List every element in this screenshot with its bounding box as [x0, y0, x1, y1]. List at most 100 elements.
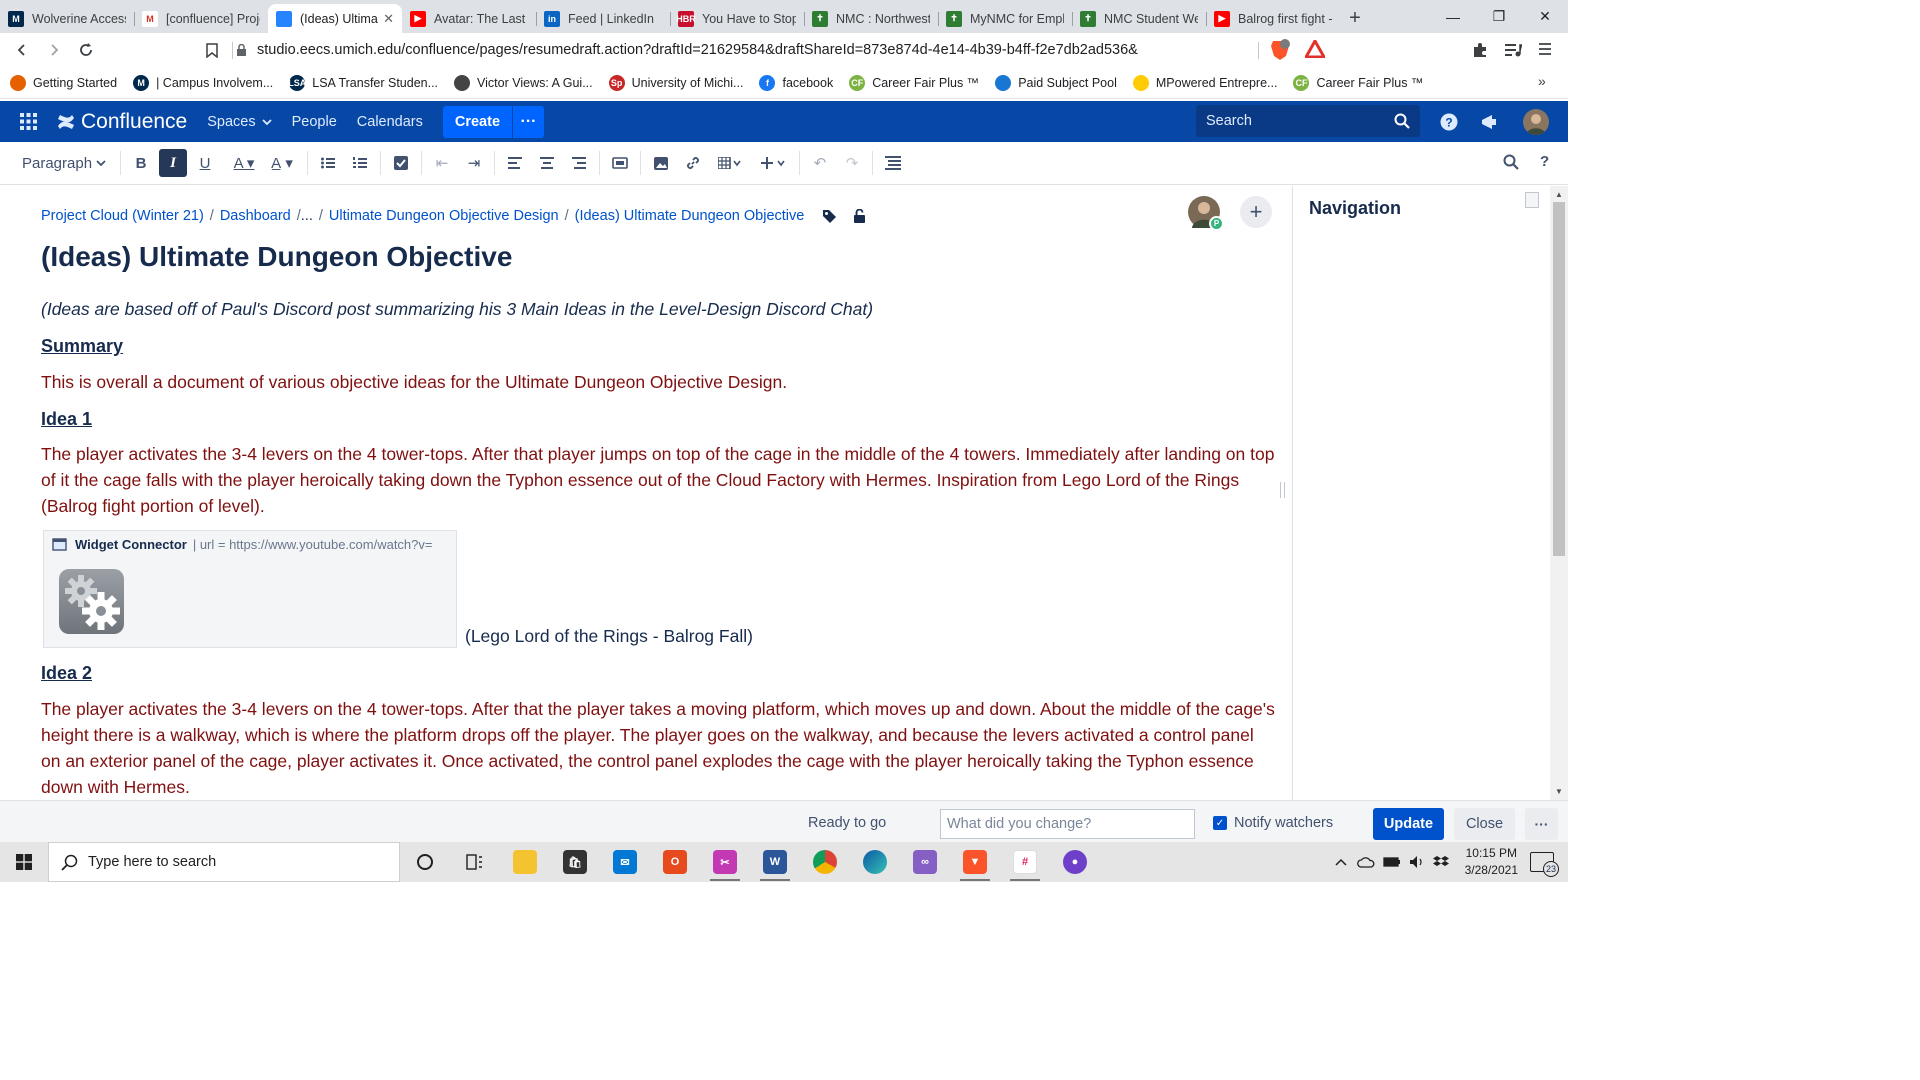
bookmark-item[interactable]: LSA LSA Transfer Studen... — [288, 74, 438, 91]
insert-image-button[interactable] — [647, 149, 675, 177]
notify-watchers-checkbox[interactable]: ✓ Notify watchers — [1213, 815, 1333, 831]
browser-tab[interactable]: M [confluence] Proje — [134, 4, 268, 33]
bookmark-item[interactable]: MPowered Entrepre... — [1132, 74, 1277, 91]
start-button[interactable] — [0, 842, 48, 882]
label-tag-icon[interactable] — [822, 209, 837, 224]
footer-more-button[interactable]: ··· — [1525, 808, 1558, 840]
breadcrumb-item-dashboard[interactable]: Dashboard — [220, 208, 291, 224]
clock[interactable]: 10:15 PM 3/28/2021 — [1465, 845, 1518, 879]
panel-toggle-button[interactable] — [1525, 192, 1539, 208]
taskbar-search-box[interactable]: Type here to search — [48, 842, 400, 882]
battery-icon[interactable] — [1382, 857, 1401, 867]
table-of-contents-button[interactable] — [879, 149, 907, 177]
url-field[interactable]: studio.eecs.umich.edu/confluence/pages/r… — [236, 37, 1306, 63]
paragraph-style-dropdown[interactable]: Paragraph — [14, 149, 114, 177]
mail-button[interactable]: ✉ — [600, 842, 650, 882]
browser-menu-button[interactable] — [1538, 42, 1552, 56]
bookmark-page-button[interactable] — [196, 35, 228, 65]
chrome-button[interactable] — [800, 842, 850, 882]
outdent-button[interactable]: ⇤ — [428, 149, 456, 177]
bold-button[interactable]: B — [127, 149, 155, 177]
brave-rewards-button[interactable] — [1305, 40, 1325, 58]
search-input[interactable]: Search — [1196, 105, 1420, 137]
align-left-button[interactable] — [501, 149, 529, 177]
browser-tab[interactable]: M Wolverine Access — [0, 4, 134, 33]
bookmark-item[interactable]: Getting Started — [10, 74, 117, 91]
task-list-button[interactable] — [387, 149, 415, 177]
reload-button[interactable] — [70, 35, 102, 65]
create-more-button[interactable]: ··· — [512, 105, 545, 138]
insert-more-button[interactable] — [755, 149, 793, 177]
panel-resize-handle[interactable] — [1280, 482, 1285, 498]
idea2-heading[interactable]: Idea 2 — [41, 663, 92, 684]
change-comment-input[interactable] — [940, 809, 1195, 839]
invite-collaborator-button[interactable]: + — [1240, 196, 1272, 228]
media-button[interactable] — [1504, 42, 1522, 58]
slack-button[interactable]: # — [1000, 842, 1050, 882]
insert-table-button[interactable] — [711, 149, 749, 177]
scroll-up-arrow[interactable]: ▲ — [1555, 190, 1563, 199]
volume-icon[interactable] — [1409, 855, 1425, 869]
intro-text[interactable]: (Ideas are based off of Paul's Discord p… — [41, 296, 1276, 322]
edge-button[interactable] — [850, 842, 900, 882]
insert-link-button[interactable] — [679, 149, 707, 177]
store-button[interactable]: 🛍 — [550, 842, 600, 882]
idea1-text[interactable]: The player activates the 3-4 levers on t… — [41, 441, 1276, 519]
word-button[interactable]: W — [750, 842, 800, 882]
scroll-down-arrow[interactable]: ▼ — [1555, 787, 1563, 796]
onedrive-icon[interactable] — [1356, 856, 1375, 868]
bookmark-item[interactable]: Victor Views: A Gui... — [454, 74, 593, 91]
idea1-heading[interactable]: Idea 1 — [41, 409, 92, 430]
user-avatar[interactable] — [1523, 109, 1549, 135]
bookmark-item[interactable]: Sp University of Michi... — [608, 74, 743, 91]
breadcrumb-item-current[interactable]: (Ideas) Ultimate Dungeon Objective — [575, 208, 805, 224]
cortana-button[interactable] — [400, 842, 450, 882]
new-tab-button[interactable]: + — [1340, 4, 1370, 33]
numbered-list-button[interactable] — [346, 149, 374, 177]
brave-button[interactable]: ▼ — [950, 842, 1000, 882]
page-layout-button[interactable] — [606, 149, 634, 177]
close-tab-icon[interactable]: ✕ — [383, 11, 394, 27]
align-center-button[interactable] — [533, 149, 561, 177]
editor-help-button[interactable]: ? — [1540, 153, 1549, 170]
more-formatting-button[interactable]: A̲ ▾ — [263, 149, 301, 177]
close-button[interactable]: Close — [1454, 808, 1515, 840]
editor-avatar[interactable]: P — [1188, 196, 1224, 231]
summary-text[interactable]: This is overall a document of various ob… — [41, 369, 1276, 395]
close-window-button[interactable]: ✕ — [1522, 0, 1568, 33]
unlock-icon[interactable] — [853, 208, 866, 224]
app-switcher-button[interactable] — [20, 113, 37, 130]
bookmark-item[interactable]: M | Campus Involvem... — [133, 74, 273, 91]
scrollbar-thumb[interactable] — [1553, 202, 1565, 556]
people-link[interactable]: People — [292, 114, 337, 130]
browser-tab[interactable]: (Ideas) Ultima ✕ — [268, 4, 402, 33]
breadcrumb-item-parent[interactable]: Ultimate Dungeon Objective Design — [329, 208, 559, 224]
browser-tab[interactable]: ✝ MyNMC for Emplo — [938, 4, 1072, 33]
bullet-list-button[interactable] — [314, 149, 342, 177]
task-view-button[interactable] — [450, 842, 500, 882]
breadcrumb-ellipsis[interactable]: ... — [301, 208, 313, 224]
underline-button[interactable]: U — [191, 149, 219, 177]
office-button[interactable]: O — [650, 842, 700, 882]
help-button[interactable]: ? — [1440, 113, 1458, 131]
widget-connector-macro[interactable]: Widget Connector | url = https://www.you… — [43, 530, 457, 648]
indent-button[interactable]: ⇥ — [460, 149, 488, 177]
spaces-menu[interactable]: Spaces — [207, 114, 272, 130]
back-button[interactable] — [6, 35, 38, 65]
update-button[interactable]: Update — [1373, 808, 1444, 840]
extensions-button[interactable] — [1472, 42, 1488, 58]
visual-studio-button[interactable]: ∞ — [900, 842, 950, 882]
align-right-button[interactable] — [565, 149, 593, 177]
summary-heading[interactable]: Summary — [41, 336, 123, 357]
forward-button[interactable] — [38, 35, 70, 65]
browser-tab[interactable]: HBR You Have to Stop — [670, 4, 804, 33]
editor-content[interactable]: Project Cloud (Winter 21) / Dashboard / … — [0, 186, 1292, 800]
browser-tab[interactable]: in Feed | LinkedIn — [536, 4, 670, 33]
browser-tab[interactable]: ▶ Balrog first fight - — [1206, 4, 1340, 33]
create-button[interactable]: Create — [442, 105, 513, 138]
confluence-logo[interactable]: Confluence — [57, 110, 187, 134]
text-color-button[interactable]: A ▾ — [225, 149, 263, 177]
content-scrollbar[interactable]: ▲ ▼ — [1550, 186, 1568, 800]
calendars-link[interactable]: Calendars — [357, 114, 423, 130]
bookmark-item[interactable]: CF Career Fair Plus ™ — [849, 74, 979, 91]
